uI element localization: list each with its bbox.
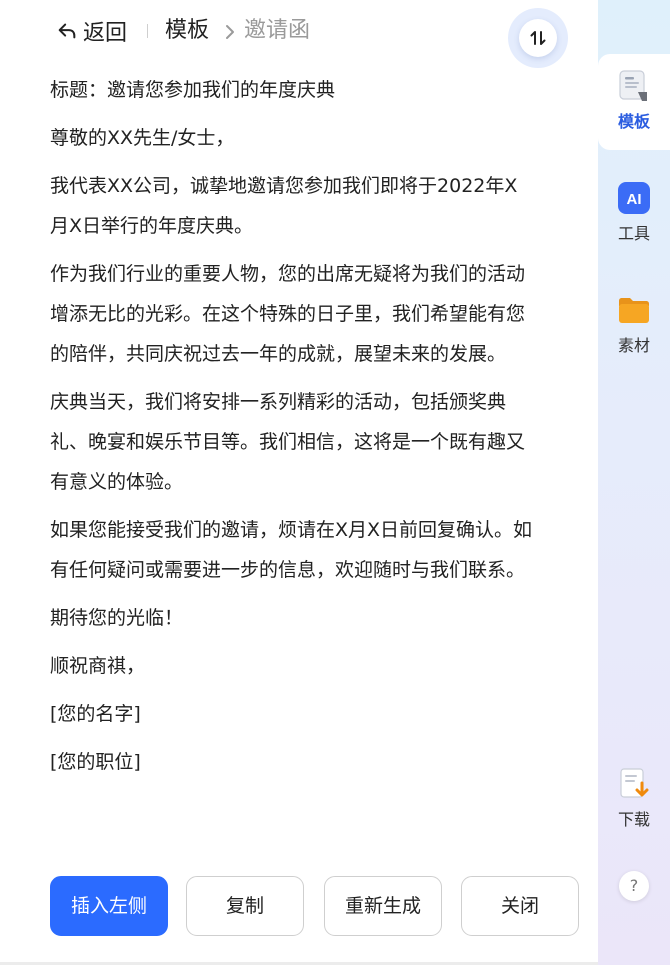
sidebar-label: 模板 [617, 112, 650, 131]
ai-tools-icon: AI [616, 180, 652, 216]
regenerate-button[interactable]: 重新生成 [324, 876, 442, 936]
folder-icon [616, 292, 652, 328]
letter-paragraph: 尊敬的XX先生/女士， [50, 127, 235, 149]
letter-paragraph: 如果您能接受我们的邀请，烦请在X月X日前回复确认。如有任何疑问或需要进一步的信息… [50, 519, 533, 581]
svg-text:AI: AI [627, 191, 642, 208]
letter-paragraph: [您的职位] [50, 751, 141, 773]
divider [147, 24, 148, 38]
swap-button[interactable] [508, 8, 568, 68]
letter-paragraph: 标题：邀请您参加我们的年度庆典 [50, 79, 336, 101]
chevron-right-icon [226, 25, 234, 39]
right-sidebar: 模板 AI 工具 素材 下载 [598, 0, 670, 965]
back-label: 返回 [83, 21, 128, 46]
help-button[interactable]: ? [619, 871, 649, 901]
letter-paragraph: 庆典当天，我们将安排一系列精彩的活动，包括颁奖典礼、晚宴和娱乐节目等。我们相信，… [50, 391, 526, 493]
sidebar-item-templates[interactable]: 模板 [598, 54, 670, 150]
back-button[interactable]: 返回 [56, 14, 127, 48]
back-arrow-icon [58, 23, 76, 39]
letter-body: 标题：邀请您参加我们的年度庆典 尊敬的XX先生/女士， 我代表XX公司，诚挚地邀… [50, 70, 536, 790]
copy-button[interactable]: 复制 [186, 876, 304, 936]
header: 返回 模板 邀请函 [0, 0, 598, 68]
template-icon [616, 68, 652, 104]
letter-paragraph: 作为我们行业的重要人物，您的出席无疑将为我们的活动增添无比的光彩。在这个特殊的日… [50, 263, 526, 365]
download-icon [616, 766, 652, 802]
letter-paragraph: 我代表XX公司，诚挚地邀请您参加我们即将于2022年X月X日举行的年度庆典。 [50, 175, 518, 237]
sidebar-item-download[interactable]: 下载 [598, 766, 670, 830]
sidebar-label: 素材 [617, 336, 650, 355]
insert-left-button[interactable]: 插入左侧 [50, 876, 168, 936]
letter-paragraph: 期待您的光临！ [50, 607, 184, 629]
sidebar-label: 工具 [617, 224, 650, 243]
breadcrumb-current: 邀请函 [244, 18, 311, 43]
sidebar-label: 下载 [617, 810, 650, 829]
close-button[interactable]: 关闭 [461, 876, 579, 936]
letter-paragraph: [您的名字] [50, 703, 141, 725]
sidebar-item-materials[interactable]: 素材 [598, 292, 670, 356]
letter-paragraph: 顺祝商祺， [50, 655, 146, 677]
swap-vertical-icon [530, 31, 546, 45]
breadcrumb-templates[interactable]: 模板 [165, 14, 209, 48]
content-panel: 返回 模板 邀请函 标题：邀请您参加我们的年度庆典 尊敬的XX先生/女士， 我代… [0, 0, 598, 965]
sidebar-item-tools[interactable]: AI 工具 [598, 180, 670, 244]
